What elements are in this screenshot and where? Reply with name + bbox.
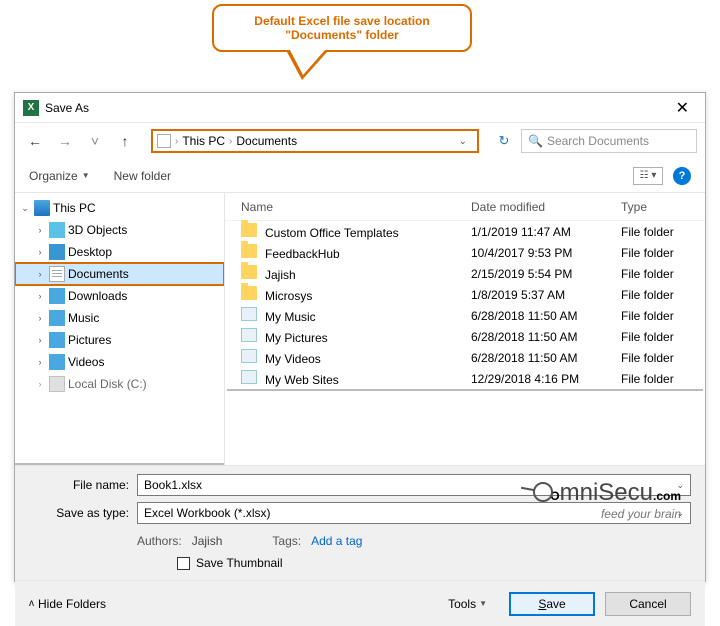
- back-button[interactable]: ←: [23, 129, 47, 153]
- new-folder-button[interactable]: New folder: [114, 169, 171, 183]
- column-name[interactable]: Name: [241, 200, 471, 214]
- tree-item-downloads[interactable]: › Downloads: [15, 285, 224, 307]
- list-item[interactable]: Custom Office Templates1/1/2019 11:47 AM…: [225, 221, 705, 242]
- tree-item-desktop[interactable]: › Desktop: [15, 241, 224, 263]
- recent-dropdown[interactable]: ˅: [83, 129, 107, 153]
- save-thumbnail-checkbox[interactable]: [177, 557, 190, 570]
- save-button[interactable]: Save: [509, 592, 595, 616]
- help-button[interactable]: ?: [673, 167, 691, 185]
- column-type[interactable]: Type: [621, 200, 689, 214]
- videos-icon: [49, 354, 65, 370]
- expand-icon[interactable]: ›: [34, 379, 46, 389]
- window-title: Save As: [45, 101, 668, 115]
- chevron-up-icon: ʌ: [29, 598, 34, 609]
- collapse-icon[interactable]: ⌄: [19, 203, 31, 214]
- tree-item-documents[interactable]: › Documents: [15, 263, 224, 285]
- downloads-icon: [49, 288, 65, 304]
- media-icon: [241, 349, 257, 363]
- web-icon: [241, 370, 257, 384]
- annotation-callout: Default Excel file save location "Docume…: [212, 4, 472, 80]
- excel-icon: X: [23, 100, 39, 116]
- watermark-logo: OmniSecu.com feed your brain: [533, 479, 681, 521]
- save-as-dialog: X Save As ✕ ← → ˅ ↑ › This PC › Document…: [14, 92, 706, 582]
- list-item[interactable]: My Videos6/28/2018 11:50 AMFile folder: [225, 347, 705, 368]
- expand-icon[interactable]: ›: [34, 313, 46, 323]
- expand-icon[interactable]: ›: [34, 247, 46, 257]
- breadcrumb-item[interactable]: This PC: [182, 134, 225, 148]
- tree-item-3d-objects[interactable]: › 3D Objects: [15, 219, 224, 241]
- 3d-objects-icon: [49, 222, 65, 238]
- callout-line1: Default Excel file save location: [230, 14, 454, 28]
- search-placeholder: Search Documents: [547, 134, 649, 148]
- media-icon: [241, 307, 257, 321]
- forward-button: →: [53, 129, 77, 153]
- save-type-label: Save as type:: [29, 506, 137, 520]
- search-input[interactable]: 🔍 Search Documents: [521, 129, 697, 153]
- tree-item-videos[interactable]: › Videos: [15, 351, 224, 373]
- callout-tail: [287, 52, 327, 80]
- chevron-right-icon[interactable]: ›: [229, 136, 232, 147]
- folder-icon: [241, 286, 257, 300]
- chevron-right-icon[interactable]: ›: [175, 136, 178, 147]
- cancel-button[interactable]: Cancel: [605, 592, 691, 616]
- close-button[interactable]: ✕: [668, 98, 697, 118]
- folder-tree: ⌄ This PC › 3D Objects › Desktop › Docum…: [15, 193, 225, 465]
- list-item[interactable]: Jajish2/15/2019 5:54 PMFile folder: [225, 263, 705, 284]
- nav-bar: ← → ˅ ↑ › This PC › Documents ⌄ ↻ 🔍 Sear…: [15, 123, 705, 159]
- media-icon: [241, 328, 257, 342]
- expand-icon[interactable]: ›: [34, 335, 46, 345]
- desktop-icon: [49, 244, 65, 260]
- file-list: Name Date modified Type Custom Office Te…: [225, 193, 705, 465]
- tree-item-this-pc[interactable]: ⌄ This PC: [15, 197, 224, 219]
- hide-folders-button[interactable]: ʌ Hide Folders: [29, 597, 106, 611]
- tree-item-music[interactable]: › Music: [15, 307, 224, 329]
- documents-icon: [49, 266, 65, 282]
- list-item[interactable]: My Music6/28/2018 11:50 AMFile folder: [225, 305, 705, 326]
- list-item[interactable]: My Pictures6/28/2018 11:50 AMFile folder: [225, 326, 705, 347]
- dialog-footer: ʌ Hide Folders Tools ▼ Save Cancel: [15, 580, 705, 626]
- refresh-button[interactable]: ↻: [493, 133, 515, 149]
- authors-label: Authors:: [137, 534, 182, 548]
- up-button[interactable]: ↑: [113, 129, 137, 153]
- toolbar: Organize ▼ New folder ☷ ▾ ?: [15, 159, 705, 193]
- titlebar: X Save As ✕: [15, 93, 705, 123]
- location-icon: [157, 134, 171, 148]
- breadcrumb[interactable]: › This PC › Documents ⌄: [151, 129, 479, 153]
- expand-icon[interactable]: ›: [34, 357, 46, 367]
- disk-icon: [49, 376, 65, 392]
- pictures-icon: [49, 332, 65, 348]
- save-thumbnail-label: Save Thumbnail: [196, 556, 283, 570]
- folder-icon: [241, 244, 257, 258]
- folder-icon: [241, 265, 257, 279]
- expand-icon[interactable]: ›: [34, 291, 46, 301]
- file-name-label: File name:: [29, 478, 137, 492]
- organize-button[interactable]: Organize ▼: [29, 169, 90, 183]
- chevron-down-icon: ▼: [82, 171, 90, 180]
- tree-item-local-disk[interactable]: › Local Disk (C:): [15, 373, 224, 395]
- column-date[interactable]: Date modified: [471, 200, 621, 214]
- search-icon: 🔍: [528, 134, 543, 148]
- tools-button[interactable]: Tools ▼: [448, 597, 487, 611]
- list-item[interactable]: FeedbackHub10/4/2017 9:53 PMFile folder: [225, 242, 705, 263]
- callout-line2: "Documents" folder: [230, 28, 454, 42]
- tree-item-pictures[interactable]: › Pictures: [15, 329, 224, 351]
- expand-icon[interactable]: ›: [34, 225, 46, 235]
- authors-value[interactable]: Jajish: [192, 534, 223, 548]
- list-item[interactable]: Microsys1/8/2019 5:37 AMFile folder: [225, 284, 705, 305]
- column-headers: Name Date modified Type: [225, 193, 705, 221]
- expand-icon[interactable]: ›: [34, 269, 46, 279]
- breadcrumb-item[interactable]: Documents: [236, 134, 297, 148]
- chevron-down-icon: ▼: [479, 599, 487, 608]
- view-options-button[interactable]: ☷ ▾: [633, 167, 663, 185]
- tags-label: Tags:: [272, 534, 301, 548]
- tags-value[interactable]: Add a tag: [311, 534, 362, 548]
- music-icon: [49, 310, 65, 326]
- folder-icon: [241, 223, 257, 237]
- pc-icon: [34, 200, 50, 216]
- breadcrumb-dropdown[interactable]: ⌄: [453, 136, 473, 147]
- list-item[interactable]: My Web Sites12/29/2018 4:16 PMFile folde…: [225, 368, 705, 389]
